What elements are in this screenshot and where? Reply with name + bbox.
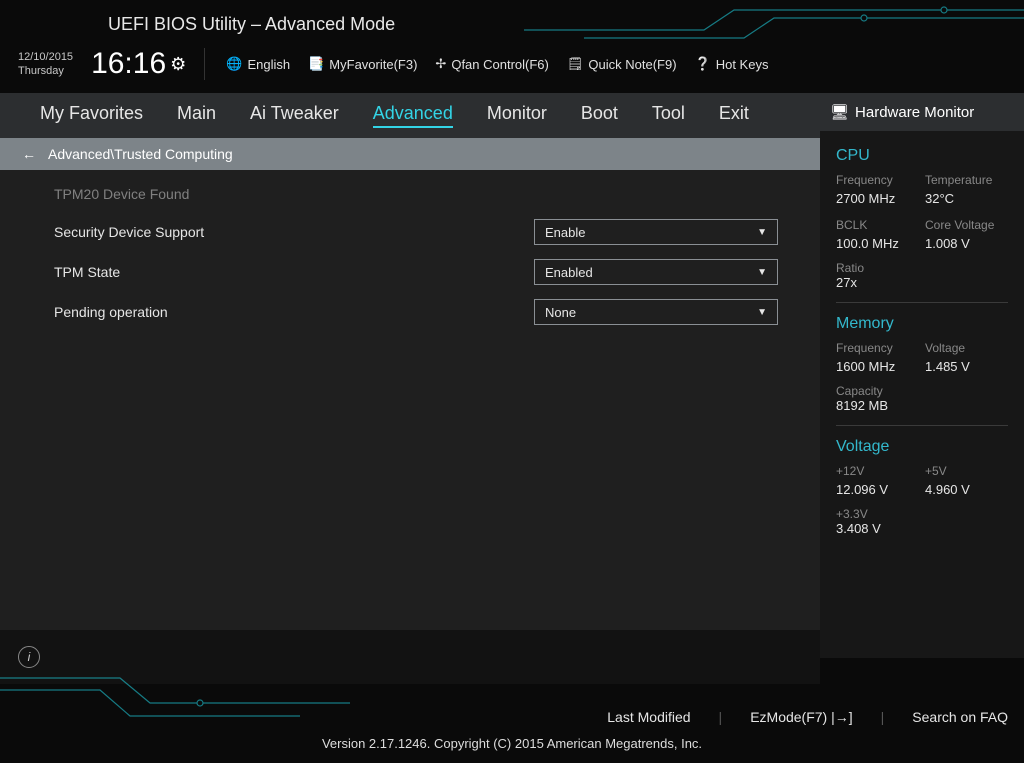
search-faq-button[interactable]: Search on FAQ bbox=[912, 709, 1008, 725]
ezmode-button[interactable]: EzMode(F7) |→] bbox=[750, 709, 852, 725]
corev-label: Core Voltage bbox=[925, 218, 1008, 232]
chevron-down-icon: ▼ bbox=[757, 227, 767, 238]
chevron-down-icon: ▼ bbox=[757, 267, 767, 278]
voltage-heading: Voltage bbox=[836, 438, 1008, 456]
clock: 16:16 ⚙ bbox=[91, 47, 186, 81]
note-icon: 🗒 bbox=[567, 56, 584, 72]
bclk-label: BCLK bbox=[836, 218, 919, 232]
corev: 1.008 V bbox=[925, 236, 1008, 251]
setting-dropdown[interactable]: None ▼ bbox=[534, 299, 778, 325]
hotkeys-button[interactable]: ❔ Hot Keys bbox=[695, 56, 769, 72]
dropdown-value: Enable bbox=[545, 225, 585, 240]
day: Thursday bbox=[18, 64, 73, 78]
date: 12/10/2015 bbox=[18, 50, 73, 64]
dropdown-value: Enabled bbox=[545, 265, 593, 280]
ratio-label: Ratio bbox=[836, 261, 1008, 275]
exit-icon: |→] bbox=[831, 709, 853, 725]
gear-icon[interactable]: ⚙ bbox=[170, 54, 186, 75]
back-arrow-icon[interactable]: ← bbox=[22, 146, 36, 162]
help-icon: ❔ bbox=[695, 56, 711, 72]
cpu-heading: CPU bbox=[836, 147, 1008, 165]
setting-label: Security Device Support bbox=[54, 224, 534, 240]
footer-bar: Last Modified | EzMode(F7) |→] | Search … bbox=[607, 709, 1008, 725]
main-panel: TPM20 Device Found Security Device Suppo… bbox=[0, 170, 820, 630]
breadcrumb[interactable]: ← Advanced\Trusted Computing bbox=[0, 138, 820, 170]
language-selector[interactable]: 🌐 English bbox=[226, 56, 290, 72]
tab-tool[interactable]: Tool bbox=[652, 103, 685, 128]
tab-advanced[interactable]: Advanced bbox=[373, 103, 453, 128]
device-status: TPM20 Device Found bbox=[54, 186, 796, 202]
setting-row: Security Device Support Enable ▼ bbox=[54, 212, 796, 252]
quicknote-button[interactable]: 🗒 Quick Note(F9) bbox=[567, 56, 677, 72]
mem-cap: 8192 MB bbox=[836, 398, 1008, 413]
main-tabs: My Favorites Main Ai Tweaker Advanced Monito… bbox=[0, 93, 820, 138]
dropdown-value: None bbox=[545, 305, 576, 320]
copyright: Version 2.17.1246. Copyright (C) 2015 Am… bbox=[0, 736, 1024, 751]
tab-boot[interactable]: Boot bbox=[581, 103, 618, 128]
mem-freq-label: Frequency bbox=[836, 341, 919, 355]
v5-label: +5V bbox=[925, 464, 1008, 478]
setting-row: Pending operation None ▼ bbox=[54, 292, 796, 332]
monitor-icon: 🖥 bbox=[830, 103, 849, 121]
v5: 4.960 V bbox=[925, 482, 1008, 497]
setting-dropdown[interactable]: Enabled ▼ bbox=[534, 259, 778, 285]
globe-icon: 🌐 bbox=[226, 56, 242, 72]
hw-monitor-title: 🖥 Hardware Monitor bbox=[820, 93, 1024, 131]
info-icon[interactable]: i bbox=[18, 646, 40, 668]
setting-row: TPM State Enabled ▼ bbox=[54, 252, 796, 292]
ratio: 27x bbox=[836, 275, 1008, 290]
setting-label: Pending operation bbox=[54, 304, 534, 320]
memory-heading: Memory bbox=[836, 315, 1008, 333]
tab-exit[interactable]: Exit bbox=[719, 103, 749, 128]
setting-dropdown[interactable]: Enable ▼ bbox=[534, 219, 778, 245]
chevron-down-icon: ▼ bbox=[757, 307, 767, 318]
favorite-icon: 📑 bbox=[308, 56, 324, 72]
mem-volt: 1.485 V bbox=[925, 359, 1008, 374]
fan-icon: ✢ bbox=[435, 56, 446, 72]
cpu-temp: 32°C bbox=[925, 191, 1008, 206]
tab-monitor[interactable]: Monitor bbox=[487, 103, 547, 128]
last-modified-button[interactable]: Last Modified bbox=[607, 709, 690, 725]
toolbar: 12/10/2015 Thursday 16:16 ⚙ 🌐 English 📑 … bbox=[0, 41, 1024, 93]
qfan-button[interactable]: ✢ Qfan Control(F6) bbox=[435, 56, 548, 72]
mem-cap-label: Capacity bbox=[836, 384, 1008, 398]
v12-label: +12V bbox=[836, 464, 919, 478]
v33: 3.408 V bbox=[836, 521, 1008, 536]
window-title: UEFI BIOS Utility – Advanced Mode bbox=[0, 0, 1024, 41]
tab-my-favorites[interactable]: My Favorites bbox=[40, 103, 143, 128]
mem-freq: 1600 MHz bbox=[836, 359, 919, 374]
myfavorite-button[interactable]: 📑 MyFavorite(F3) bbox=[308, 56, 417, 72]
v33-label: +3.3V bbox=[836, 507, 1008, 521]
tab-ai-tweaker[interactable]: Ai Tweaker bbox=[250, 103, 339, 128]
breadcrumb-text: Advanced\Trusted Computing bbox=[48, 146, 233, 162]
mem-volt-label: Voltage bbox=[925, 341, 1008, 355]
cpu-temp-label: Temperature bbox=[925, 173, 1008, 187]
info-bar: i bbox=[0, 630, 820, 684]
datetime: 12/10/2015 Thursday bbox=[18, 50, 73, 79]
tab-main[interactable]: Main bbox=[177, 103, 216, 128]
cpu-freq: 2700 MHz bbox=[836, 191, 919, 206]
cpu-freq-label: Frequency bbox=[836, 173, 919, 187]
bclk: 100.0 MHz bbox=[836, 236, 919, 251]
setting-label: TPM State bbox=[54, 264, 534, 280]
v12: 12.096 V bbox=[836, 482, 919, 497]
hardware-monitor: 🖥 Hardware Monitor CPU Frequency Tempera… bbox=[820, 93, 1024, 658]
